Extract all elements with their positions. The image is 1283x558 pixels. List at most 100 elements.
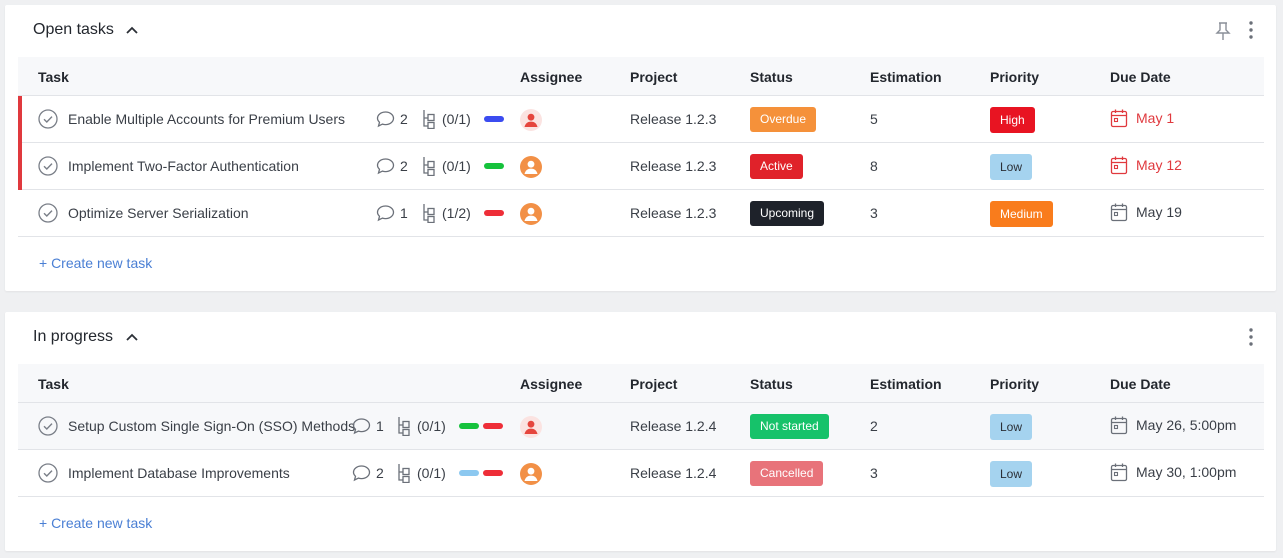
comment-count[interactable]: 1 bbox=[376, 203, 408, 223]
project-name[interactable]: Release 1.2.3 bbox=[630, 158, 716, 174]
status-badge[interactable]: Active bbox=[750, 154, 803, 179]
section-title: In progress bbox=[33, 328, 114, 345]
project-name[interactable]: Release 1.2.4 bbox=[630, 465, 716, 481]
column-task[interactable]: Task bbox=[38, 69, 69, 85]
due-date[interactable]: May 12 bbox=[1110, 155, 1182, 175]
tag-chip[interactable] bbox=[459, 470, 479, 476]
create-new-task-link[interactable]: + Create new task bbox=[39, 255, 152, 271]
more-vertical-icon[interactable] bbox=[1242, 19, 1260, 41]
avatar-red-icon[interactable] bbox=[520, 416, 542, 438]
tag-chip[interactable] bbox=[483, 423, 503, 429]
task-name[interactable]: Implement Two-Factor Authentication bbox=[68, 158, 299, 174]
column-status[interactable]: Status bbox=[750, 376, 793, 392]
due-date[interactable]: May 30, 1:00pm bbox=[1110, 462, 1236, 482]
status-badge[interactable]: Overdue bbox=[750, 107, 817, 132]
project-name[interactable]: Release 1.2.3 bbox=[630, 111, 716, 127]
subtask-count[interactable]: (1/2) bbox=[422, 203, 471, 223]
tag-chip[interactable] bbox=[483, 470, 503, 476]
create-new-task-link[interactable]: + Create new task bbox=[39, 515, 152, 531]
tag-chip[interactable] bbox=[484, 163, 504, 169]
task-name[interactable]: Setup Custom Single Sign-On (SSO) Method… bbox=[68, 418, 355, 434]
comment-count-value: 2 bbox=[376, 465, 384, 481]
check-circle-icon[interactable] bbox=[38, 416, 58, 436]
status-badge[interactable]: Not started bbox=[750, 414, 829, 439]
table-row[interactable]: Optimize Server Serialization 1 (1/2) Re… bbox=[18, 190, 1264, 237]
column-estimation[interactable]: Estimation bbox=[870, 69, 942, 85]
estimation-value[interactable]: 3 bbox=[870, 465, 878, 481]
avatar-orange-icon[interactable] bbox=[520, 156, 542, 178]
comment-count[interactable]: 1 bbox=[352, 416, 384, 436]
calendar-icon bbox=[1110, 203, 1128, 222]
avatar-red-icon[interactable] bbox=[520, 109, 542, 131]
priority-badge[interactable]: Low bbox=[990, 414, 1033, 440]
priority-badge[interactable]: Medium bbox=[990, 201, 1053, 227]
tag-chip[interactable] bbox=[484, 210, 504, 216]
tag-list bbox=[459, 423, 503, 429]
priority-badge[interactable]: Low bbox=[990, 154, 1033, 180]
check-circle-icon[interactable] bbox=[38, 156, 58, 176]
project-name[interactable]: Release 1.2.3 bbox=[630, 205, 716, 221]
priority-badge[interactable]: High bbox=[990, 107, 1035, 133]
task-name[interactable]: Implement Database Improvements bbox=[68, 465, 290, 481]
task-name[interactable]: Enable Multiple Accounts for Premium Use… bbox=[68, 111, 345, 127]
table-row[interactable]: Enable Multiple Accounts for Premium Use… bbox=[18, 96, 1264, 143]
table-header: Task Assignee Project Status Estimation … bbox=[18, 57, 1264, 96]
table-row[interactable]: Setup Custom Single Sign-On (SSO) Method… bbox=[18, 403, 1264, 450]
more-vertical-icon[interactable] bbox=[1242, 326, 1260, 348]
avatar-orange-icon[interactable] bbox=[520, 463, 542, 485]
check-circle-icon[interactable] bbox=[38, 463, 58, 483]
column-project[interactable]: Project bbox=[630, 376, 677, 392]
overdue-flag bbox=[18, 96, 22, 143]
comment-count[interactable]: 2 bbox=[352, 463, 384, 483]
estimation-value[interactable]: 5 bbox=[870, 111, 878, 127]
column-priority[interactable]: Priority bbox=[990, 69, 1039, 85]
status-badge[interactable]: Cancelled bbox=[750, 461, 824, 486]
subtask-count[interactable]: (0/1) bbox=[422, 109, 471, 129]
table-row[interactable]: Implement Two-Factor Authentication 2 (0… bbox=[18, 143, 1264, 190]
comment-count[interactable]: 2 bbox=[376, 109, 408, 129]
column-assignee[interactable]: Assignee bbox=[520, 69, 582, 85]
column-due-date[interactable]: Due Date bbox=[1110, 376, 1171, 392]
project-name[interactable]: Release 1.2.4 bbox=[630, 418, 716, 434]
column-assignee[interactable]: Assignee bbox=[520, 376, 582, 392]
column-task[interactable]: Task bbox=[38, 376, 69, 392]
tag-list bbox=[484, 163, 504, 169]
check-circle-icon[interactable] bbox=[38, 109, 58, 129]
subtask-tree-icon bbox=[398, 464, 410, 483]
subtask-count[interactable]: (0/1) bbox=[397, 463, 446, 483]
estimation-value[interactable]: 8 bbox=[870, 158, 878, 174]
due-date-text: May 26, 5:00pm bbox=[1136, 417, 1237, 433]
check-circle-icon[interactable] bbox=[38, 203, 58, 223]
task-name[interactable]: Optimize Server Serialization bbox=[68, 205, 249, 221]
status-badge[interactable]: Upcoming bbox=[750, 201, 825, 226]
tag-chip[interactable] bbox=[459, 423, 479, 429]
tag-list bbox=[459, 470, 503, 476]
column-status[interactable]: Status bbox=[750, 69, 793, 85]
calendar-icon bbox=[1110, 156, 1128, 175]
due-date[interactable]: May 1 bbox=[1110, 108, 1174, 128]
comment-icon bbox=[352, 418, 371, 435]
tag-chip[interactable] bbox=[484, 116, 504, 122]
pin-icon[interactable] bbox=[1214, 21, 1232, 41]
column-estimation[interactable]: Estimation bbox=[870, 376, 942, 392]
due-date[interactable]: May 26, 5:00pm bbox=[1110, 415, 1236, 435]
avatar-orange-icon[interactable] bbox=[520, 203, 542, 225]
subtask-count[interactable]: (0/1) bbox=[422, 156, 471, 176]
table-row[interactable]: Implement Database Improvements 2 (0/1) … bbox=[18, 450, 1264, 497]
due-date-text: May 1 bbox=[1136, 110, 1175, 126]
comment-count-value: 1 bbox=[376, 418, 384, 434]
estimation-value[interactable]: 3 bbox=[870, 205, 878, 221]
column-due-date[interactable]: Due Date bbox=[1110, 69, 1171, 85]
subtask-count[interactable]: (0/1) bbox=[397, 416, 446, 436]
comment-icon bbox=[376, 111, 395, 128]
section-title: Open tasks bbox=[33, 21, 114, 38]
column-priority[interactable]: Priority bbox=[990, 376, 1039, 392]
priority-badge[interactable]: Low bbox=[990, 461, 1033, 487]
due-date[interactable]: May 19 bbox=[1110, 202, 1182, 222]
column-project[interactable]: Project bbox=[630, 69, 677, 85]
comment-count[interactable]: 2 bbox=[376, 156, 408, 176]
table-header: Task Assignee Project Status Estimation … bbox=[18, 364, 1264, 403]
collapse-chevron-up-icon[interactable] bbox=[123, 328, 141, 346]
collapse-chevron-up-icon[interactable] bbox=[123, 21, 141, 39]
estimation-value[interactable]: 2 bbox=[870, 418, 878, 434]
